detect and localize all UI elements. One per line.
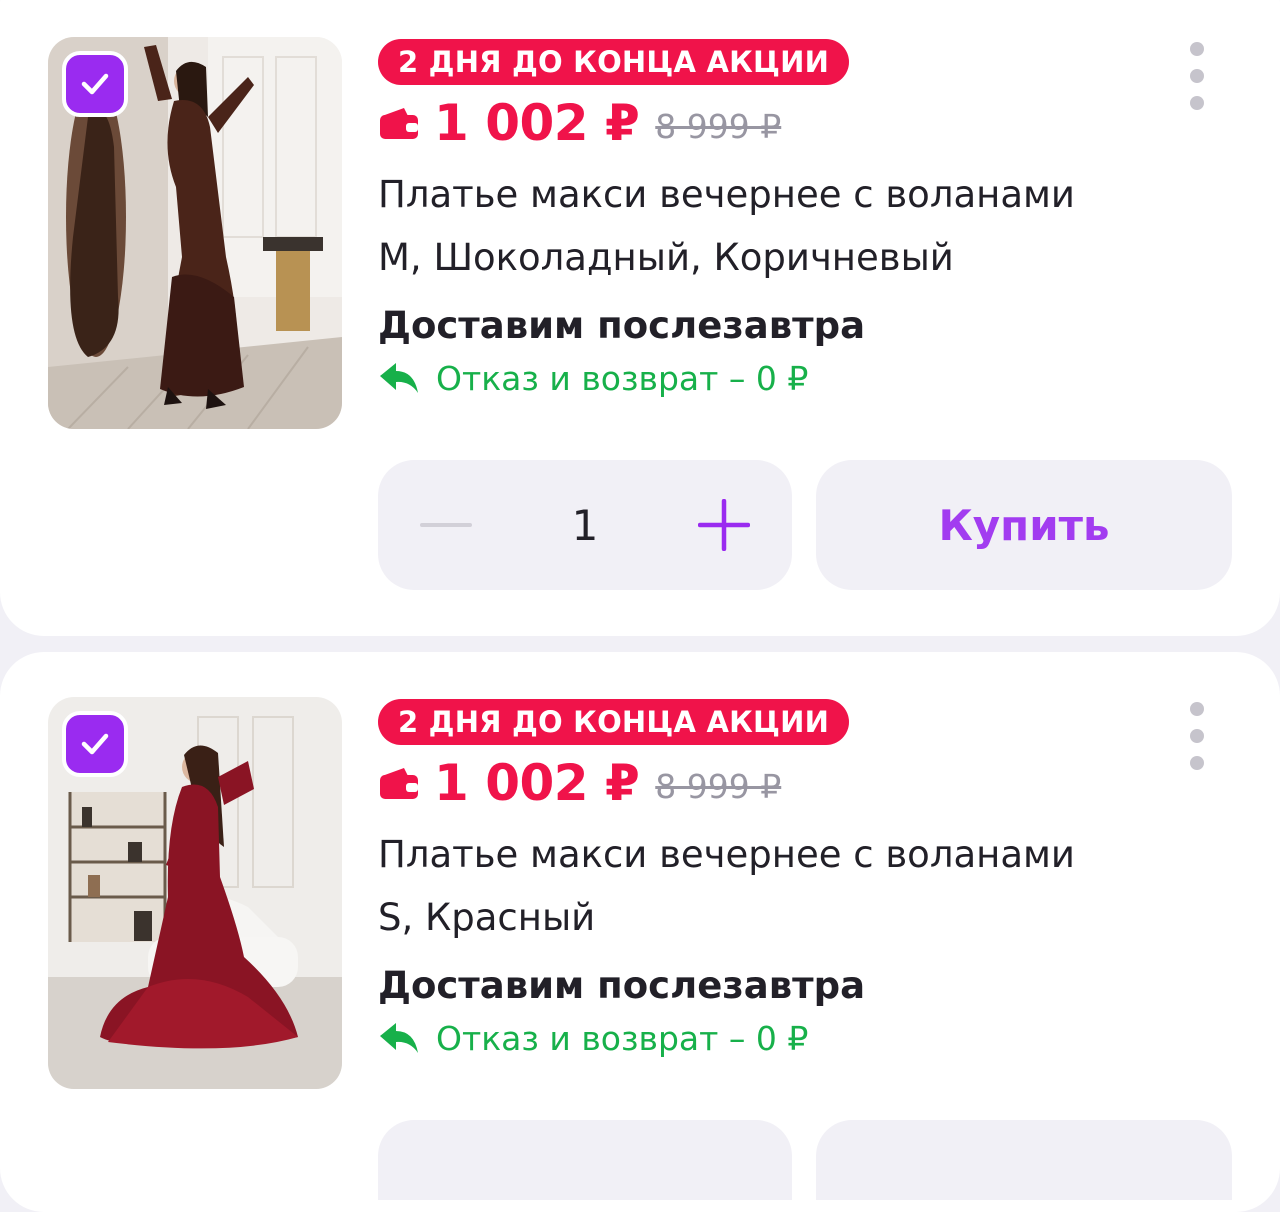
check-icon — [81, 73, 109, 95]
promo-badge: 2 ДНЯ ДО КОНЦА АКЦИИ — [378, 39, 850, 85]
check-icon — [81, 733, 109, 755]
delivery-date: Доставим послезавтра — [378, 964, 866, 1007]
more-options-button[interactable] — [1184, 702, 1210, 770]
price-row: 1 002 ₽ 8 999 ₽ — [378, 91, 1075, 155]
cart-actions: 1 Купить — [378, 460, 1232, 590]
product-title[interactable]: Платье макси вечернее с воланами — [378, 825, 1075, 885]
more-options-button[interactable] — [1184, 42, 1210, 110]
cart-actions-partial — [378, 1120, 1232, 1200]
minus-icon — [420, 523, 472, 527]
product-variant: S, Красный — [378, 896, 596, 939]
product-info: 2 ДНЯ ДО КОНЦА АКЦИИ 1 002 ₽ 8 999 ₽ Пла… — [378, 699, 1075, 1061]
increase-button[interactable] — [697, 499, 750, 551]
buy-button-partial[interactable] — [816, 1120, 1232, 1200]
wallet-icon — [380, 108, 418, 139]
old-price: 8 999 ₽ — [655, 766, 782, 806]
select-checkbox[interactable] — [62, 711, 128, 777]
buy-button[interactable]: Купить — [816, 460, 1232, 590]
product-photo[interactable] — [48, 37, 342, 429]
product-title[interactable]: Платье макси вечернее с воланами — [378, 165, 1075, 225]
quantity-value: 1 — [571, 500, 599, 550]
cart-item-card: 2 ДНЯ ДО КОНЦА АКЦИИ 1 002 ₽ 8 999 ₽ Пла… — [0, 0, 1280, 636]
product-variant: M, Шоколадный, Коричневый — [378, 236, 954, 279]
current-price: 1 002 ₽ — [434, 94, 640, 152]
plus-icon — [697, 499, 750, 551]
decrease-button[interactable] — [420, 499, 472, 551]
delivery-date: Доставим послезавтра — [378, 304, 866, 347]
wallet-icon — [380, 768, 418, 799]
refund-info: Отказ и возврат – 0 ₽ — [378, 1015, 1075, 1061]
current-price: 1 002 ₽ — [434, 754, 640, 812]
quantity-stepper-partial[interactable] — [378, 1120, 792, 1200]
refund-info: Отказ и возврат – 0 ₽ — [378, 355, 1075, 401]
return-arrow-icon — [380, 1023, 418, 1053]
return-arrow-icon — [380, 363, 418, 393]
select-checkbox[interactable] — [62, 51, 128, 117]
promo-badge: 2 ДНЯ ДО КОНЦА АКЦИИ — [378, 699, 850, 745]
quantity-stepper: 1 — [378, 460, 792, 590]
more-dots-icon — [1190, 42, 1204, 56]
product-info: 2 ДНЯ ДО КОНЦА АКЦИИ 1 002 ₽ 8 999 ₽ Пла… — [378, 39, 1075, 401]
more-dots-icon — [1190, 702, 1204, 716]
old-price: 8 999 ₽ — [655, 106, 782, 146]
cart-item-card: 2 ДНЯ ДО КОНЦА АКЦИИ 1 002 ₽ 8 999 ₽ Пла… — [0, 652, 1280, 1212]
refund-text: Отказ и возврат – 0 ₽ — [436, 1018, 809, 1058]
price-row: 1 002 ₽ 8 999 ₽ — [378, 751, 1075, 815]
product-photo[interactable] — [48, 697, 342, 1089]
refund-text: Отказ и возврат – 0 ₽ — [436, 358, 809, 398]
